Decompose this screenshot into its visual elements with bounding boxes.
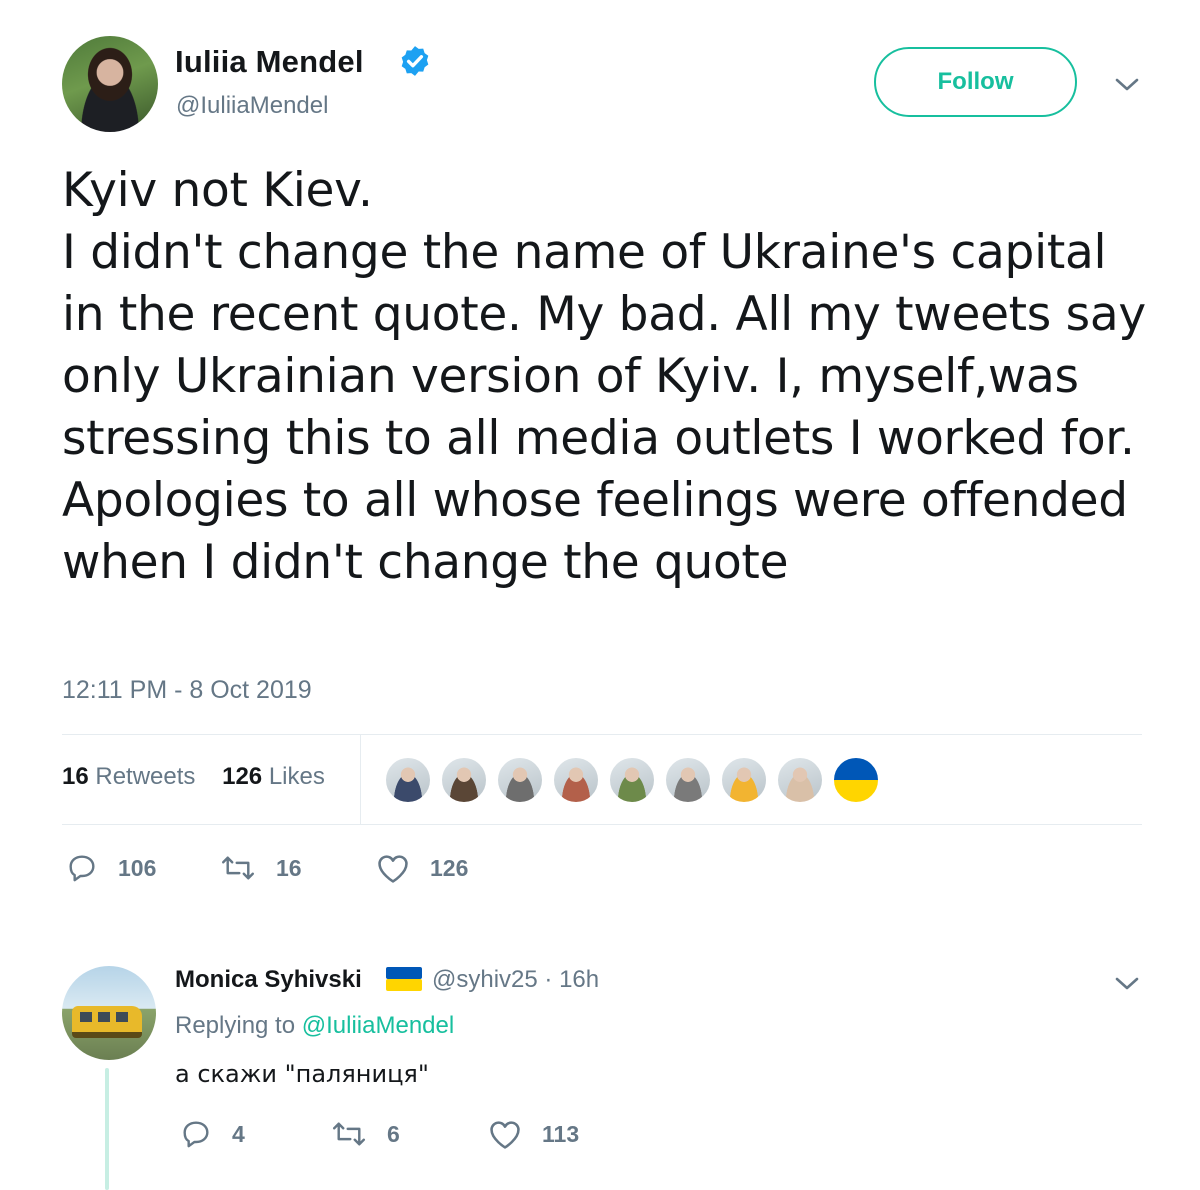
retweet-icon	[221, 856, 255, 880]
thread-line	[105, 1068, 109, 1190]
follow-button[interactable]: Follow	[874, 47, 1077, 117]
divider	[62, 824, 1142, 825]
heart-icon	[378, 855, 408, 883]
replying-to-link[interactable]: @IuliiaMendel	[302, 1012, 454, 1039]
reply-author-name[interactable]: Monica Syhivski	[175, 966, 362, 994]
divider	[62, 734, 1142, 735]
liker-avatar[interactable]	[720, 756, 768, 804]
liker-avatar[interactable]	[832, 756, 880, 804]
retweet-count: 16	[276, 854, 302, 881]
reply-text: а скажи "паляниця"	[175, 1060, 429, 1088]
tweet-timestamp[interactable]: 12:11 PM - 8 Oct 2019	[62, 676, 312, 705]
liker-avatar[interactable]	[440, 756, 488, 804]
retweet-action[interactable]: 16	[220, 852, 302, 884]
replying-to: Replying to @IuliiaMendel	[175, 1012, 454, 1040]
likers-avatars	[384, 756, 880, 804]
tweet-detail: Iuliia Mendel @IuliiaMendel Follow Kyiv …	[0, 0, 1200, 1190]
reply-icon	[183, 1121, 209, 1148]
liker-avatar[interactable]	[776, 756, 824, 804]
liker-avatar[interactable]	[552, 756, 600, 804]
verified-badge-icon	[401, 46, 429, 76]
reply-retweet-count: 6	[387, 1120, 400, 1147]
author-avatar[interactable]	[62, 36, 158, 132]
reply-reply-action[interactable]: 4	[180, 1118, 245, 1150]
liker-avatar[interactable]	[496, 756, 544, 804]
liker-avatar[interactable]	[384, 756, 432, 804]
reply-count: 106	[118, 854, 157, 881]
tweet-stats: 16 Retweets 126 Likes	[62, 763, 345, 791]
reply-retweet-action[interactable]: 6	[331, 1118, 400, 1150]
retweets-label: Retweets	[95, 763, 196, 790]
retweets-count: 16	[62, 763, 89, 790]
tweet-text: Kyiv not Kiev. I didn't change the name …	[62, 163, 1146, 590]
retweet-icon	[332, 1122, 366, 1146]
ukraine-flag-icon	[386, 967, 422, 991]
likes-stat[interactable]: 126 Likes	[222, 763, 325, 790]
reply-icon	[69, 855, 95, 882]
author-name[interactable]: Iuliia Mendel	[175, 44, 364, 80]
reply-author-avatar[interactable]	[62, 966, 156, 1060]
chevron-down-icon[interactable]	[1113, 973, 1141, 993]
retweets-stat[interactable]: 16 Retweets	[62, 763, 195, 790]
reply-like-count: 113	[542, 1120, 580, 1147]
heart-icon	[490, 1121, 520, 1149]
tram-shape	[72, 1006, 142, 1038]
divider	[360, 735, 361, 825]
liker-avatar[interactable]	[664, 756, 712, 804]
likes-count: 126	[222, 763, 263, 790]
reply-action[interactable]: 106	[66, 852, 156, 884]
author-handle[interactable]: @IuliiaMendel	[176, 92, 328, 120]
reply-like-action[interactable]: 113	[488, 1118, 579, 1150]
liker-avatar[interactable]	[608, 756, 656, 804]
likes-label: Likes	[268, 763, 325, 790]
like-action[interactable]: 126	[376, 852, 468, 884]
reply-reply-count: 4	[232, 1120, 245, 1147]
reply-author-handle[interactable]: @syhiv25 · 16h	[432, 966, 599, 994]
like-count: 126	[430, 854, 469, 881]
replying-prefix: Replying to	[175, 1012, 296, 1039]
chevron-down-icon[interactable]	[1113, 74, 1141, 94]
